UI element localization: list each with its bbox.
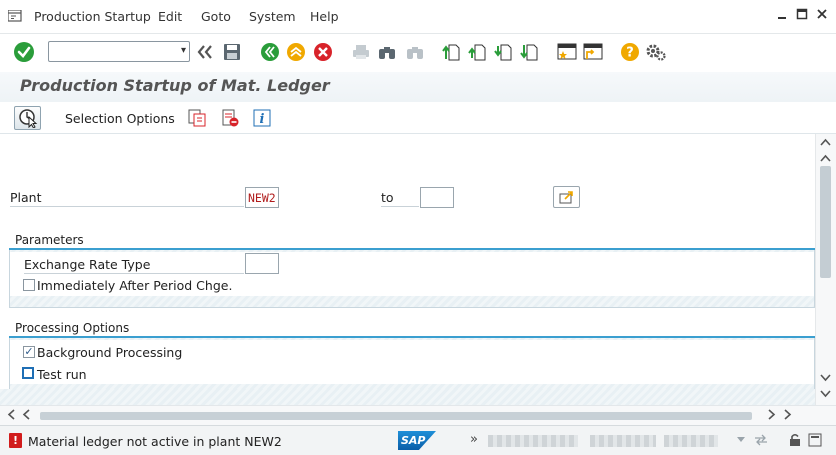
multiple-selection-icon[interactable] [553,186,580,208]
horizontal-scroll-thumb[interactable] [40,412,752,420]
cancel-icon[interactable] [312,41,334,63]
content-bottom-band [0,389,815,405]
scroll-right-icon[interactable] [784,409,792,423]
vertical-scroll-thumb[interactable] [820,166,831,278]
parameters-header: Parameters [9,230,815,250]
horizontal-scrollbar[interactable] [0,405,836,425]
next-page-icon[interactable] [492,41,514,63]
enter-icon[interactable] [13,41,35,63]
maximize-icon[interactable] [796,8,808,20]
status-options-icon[interactable] [808,433,822,447]
background-processing-checkbox[interactable]: ✓ [23,346,35,358]
menu-bar: Production Startup Edit Goto System Help [0,0,836,34]
scroll-down-icon[interactable] [820,390,831,401]
server-info-redacted [664,435,718,447]
test-run-label: Test run [37,367,87,382]
exchange-rate-type-input[interactable] [245,253,279,274]
error-icon: ! [9,433,22,448]
plant-to-label: to [381,190,394,205]
immediately-after-period-checkbox[interactable] [23,279,35,291]
menu-edit[interactable]: Edit [158,9,182,24]
plant-label: Plant [10,190,42,205]
plant-label-underline [10,206,244,207]
application-toolbar: Selection Options i [0,102,836,134]
command-input[interactable] [49,42,169,61]
menu-production-startup[interactable]: Production Startup [34,9,151,24]
processing-options-body: ✓ Background Processing Test run [10,340,814,384]
vertical-scrollbar[interactable] [815,134,836,405]
status-expand-icon[interactable]: » [470,432,478,447]
lock-icon[interactable] [788,433,802,447]
page-title: Production Startup of Mat. Ledger [20,76,330,95]
exit-icon[interactable] [285,41,307,63]
background-processing-label: Background Processing [37,345,183,360]
get-variant-icon[interactable] [187,108,207,128]
minimize-icon[interactable] [776,8,788,20]
execute-icon[interactable] [14,106,41,130]
svg-text:?: ? [626,46,634,61]
immediately-after-period-label: Immediately After Period Chge. [37,278,233,293]
checkmark-icon: ✓ [24,345,34,358]
selection-options-button[interactable]: Selection Options [65,111,175,126]
first-page-icon[interactable] [440,41,462,63]
command-field[interactable]: ▾ [48,41,190,62]
delete-variant-icon[interactable] [220,108,240,128]
status-message[interactable]: Material ledger not active in plant NEW2 [28,434,282,449]
test-run-checkbox[interactable] [22,367,34,379]
parameters-body: Exchange Rate Type Immediately After Per… [10,252,814,296]
create-session-icon[interactable] [556,41,578,63]
back-double-icon[interactable] [194,41,216,63]
last-page-icon[interactable] [518,41,540,63]
save-icon[interactable] [221,41,243,63]
sap-logo: SAP [398,431,436,450]
help-icon[interactable]: ? [619,41,641,63]
svg-text:i: i [260,112,265,127]
scroll-left-icon[interactable] [22,409,30,423]
selection-screen: Plant NEW2 to Parameters Exchange Rate T… [0,134,815,405]
exchange-rate-underline [24,273,244,274]
scroll-up-icon[interactable] [820,154,831,165]
chevron-down-icon[interactable]: ▾ [181,45,186,56]
info-icon[interactable]: i [252,108,272,128]
title-bar: Production Startup of Mat. Ledger [0,72,836,102]
status-dropdown-icon[interactable] [734,433,748,447]
plant-to-input[interactable] [420,187,454,208]
standard-toolbar: ▾ ? [0,34,836,72]
system-info-redacted [488,435,578,447]
back-icon[interactable] [259,41,281,63]
parameters-title: Parameters [15,233,84,247]
processing-options-title: Processing Options [15,321,130,335]
print-icon[interactable] [350,41,372,63]
exchange-rate-type-label: Exchange Rate Type [24,257,151,272]
customize-layout-icon[interactable] [645,41,667,63]
switch-icon[interactable] [754,433,768,447]
find-next-icon[interactable] [404,41,426,63]
plant-from-input[interactable]: NEW2 [245,187,279,208]
menu-system[interactable]: System [249,9,296,24]
app-menu-icon[interactable] [7,9,22,22]
menu-help[interactable]: Help [310,9,339,24]
previous-page-icon[interactable] [466,41,488,63]
scroll-right-icon[interactable] [768,409,776,423]
menu-goto[interactable]: Goto [201,9,231,24]
processing-options-header: Processing Options [9,318,815,338]
scroll-down-icon[interactable] [820,374,831,385]
status-bar: ! Material ledger not active in plant NE… [0,425,836,455]
client-info-redacted [590,435,656,447]
close-icon[interactable] [816,8,828,20]
scroll-left-icon[interactable] [7,409,15,423]
plant-to-underline [381,206,419,207]
create-shortcut-icon[interactable] [582,41,604,63]
scroll-up-icon[interactable] [820,138,831,149]
find-icon[interactable] [376,41,398,63]
